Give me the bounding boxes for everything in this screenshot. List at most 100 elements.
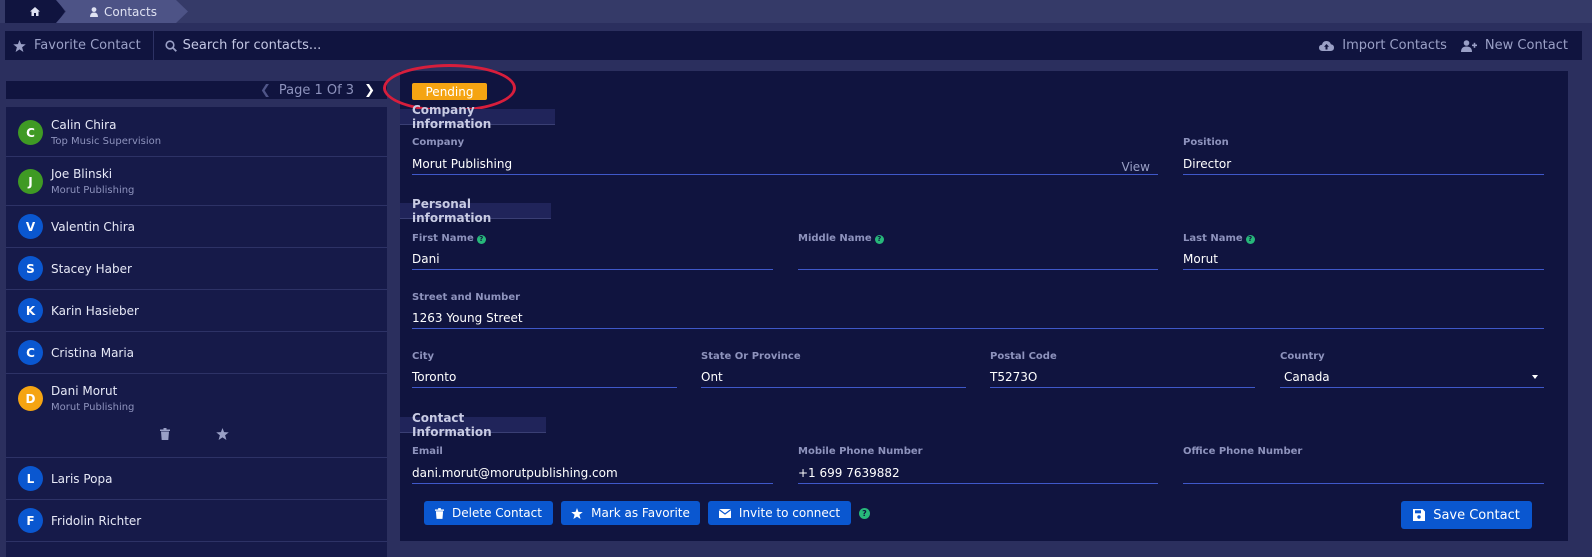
position-label: Position: [1183, 137, 1229, 148]
office-phone-field[interactable]: [1183, 462, 1544, 484]
favorite-contact-filter[interactable]: Favorite Contact: [5, 31, 154, 60]
country-label: Country: [1280, 351, 1325, 362]
chevron-left-icon[interactable]: ❮: [260, 83, 271, 98]
position-value: Director: [1183, 156, 1232, 171]
home-icon: [30, 7, 40, 16]
email-value: dani.morut@morutpublishing.com: [412, 465, 618, 480]
avatar: F: [18, 508, 43, 533]
envelope-icon: [718, 508, 731, 518]
contact-item-joe-blinski[interactable]: J Joe Blinski Morut Publishing: [6, 157, 387, 206]
contact-item-karin-hasieber[interactable]: K Karin Hasieber: [6, 290, 387, 332]
star-icon: [571, 507, 583, 519]
country-select[interactable]: Canada: [1280, 366, 1544, 388]
contact-item-laris-popa[interactable]: L Laris Popa: [6, 458, 387, 500]
mark-favorite-button[interactable]: Mark as Favorite: [561, 501, 700, 525]
email-label: Email: [412, 446, 443, 457]
search-input[interactable]: [182, 38, 783, 53]
postal-code-value: T5273O: [990, 369, 1038, 384]
first-name-label: First Name?: [412, 233, 486, 244]
search-box: [154, 31, 1320, 60]
mark-favorite-label: Mark as Favorite: [591, 506, 690, 520]
star-icon[interactable]: [216, 428, 229, 440]
contact-item-fridolin-richter[interactable]: F Fridolin Richter: [6, 500, 387, 542]
trash-icon: [435, 507, 445, 519]
save-contact-button[interactable]: Save Contact: [1401, 501, 1532, 529]
contact-name: Calin Chira: [51, 118, 117, 132]
contact-company: Morut Publishing: [51, 185, 135, 196]
mobile-phone-field[interactable]: +1 699 7639882: [798, 462, 1158, 484]
middle-name-field[interactable]: [798, 248, 1158, 270]
help-icon[interactable]: ?: [874, 235, 884, 244]
breadcrumb-contacts-label: Contacts: [104, 4, 157, 19]
new-contact-button[interactable]: New Contact: [1460, 38, 1568, 53]
city-label: City: [412, 351, 435, 362]
office-phone-label: Office Phone Number: [1183, 446, 1303, 457]
chevron-right-icon[interactable]: ❯: [364, 83, 375, 98]
company-label: Company: [412, 137, 465, 148]
caret-down-icon: [1532, 375, 1538, 379]
save-contact-label: Save Contact: [1433, 507, 1520, 523]
section-personal-information: Personal information: [400, 197, 551, 225]
position-field[interactable]: Director: [1183, 153, 1544, 175]
state-label: State Or Province: [701, 351, 801, 362]
section-contact-information: Contact Information: [400, 411, 546, 439]
city-value: Toronto: [412, 369, 457, 384]
trash-icon[interactable]: [160, 428, 170, 440]
view-company-link[interactable]: View: [1122, 160, 1150, 174]
contact-name: Stacey Haber: [51, 261, 132, 276]
avatar: K: [18, 298, 43, 323]
contact-list: C Calin Chira Top Music Supervision J Joe…: [6, 107, 387, 557]
last-name-label: Last Name?: [1183, 233, 1255, 244]
contact-item-valentin-chira[interactable]: V Valentin Chira: [6, 206, 387, 248]
company-field[interactable]: Morut Publishing View: [412, 153, 1158, 175]
last-name-value: Morut: [1183, 251, 1218, 266]
street-label: Street and Number: [412, 292, 521, 303]
mobile-phone-value: +1 699 7639882: [798, 465, 900, 480]
contact-name: Laris Popa: [51, 471, 113, 486]
first-name-field[interactable]: Dani: [412, 248, 773, 270]
avatar: C: [18, 340, 43, 365]
cloud-upload-icon: [1319, 40, 1335, 51]
contact-company: Morut Publishing: [51, 402, 135, 413]
import-contacts-button[interactable]: Import Contacts: [1319, 38, 1447, 53]
breadcrumb-contacts[interactable]: Contacts: [56, 0, 188, 23]
email-field[interactable]: dani.morut@morutpublishing.com: [412, 462, 773, 484]
invite-connect-button[interactable]: Invite to connect: [708, 501, 851, 525]
first-name-value: Dani: [412, 251, 440, 266]
avatar: S: [18, 256, 43, 281]
street-value: 1263 Young Street: [412, 310, 523, 325]
page-indicator: Page 1 Of 3: [278, 82, 355, 98]
contact-item-stacey-haber[interactable]: S Stacey Haber: [6, 248, 387, 290]
mobile-phone-label: Mobile Phone Number: [798, 446, 923, 457]
contact-name: Joe Blinski: [51, 167, 113, 181]
avatar: J: [18, 169, 43, 194]
street-field[interactable]: 1263 Young Street: [412, 307, 1544, 329]
delete-contact-button[interactable]: Delete Contact: [424, 501, 553, 525]
contact-item-actions: [160, 428, 229, 440]
contact-name: Karin Hasieber: [51, 303, 139, 318]
avatar: C: [18, 120, 43, 145]
city-field[interactable]: Toronto: [412, 366, 677, 388]
contact-name: Cristina Maria: [51, 345, 135, 360]
postal-code-label: Postal Code: [990, 351, 1057, 362]
contact-name: Fridolin Richter: [51, 513, 142, 528]
last-name-field[interactable]: Morut: [1183, 248, 1544, 270]
search-icon: [165, 39, 177, 52]
contact-item-cristina-maria[interactable]: C Cristina Maria: [6, 332, 387, 374]
contact-item-dani-morut[interactable]: D Dani Morut Morut Publishing: [6, 374, 387, 458]
country-value: Canada: [1284, 369, 1330, 384]
state-value: Ont: [701, 369, 723, 384]
help-icon[interactable]: ?: [859, 508, 870, 519]
toolbar: Favorite Contact Import Contacts New Con…: [5, 31, 1582, 60]
state-field[interactable]: Ont: [701, 366, 966, 388]
postal-code-field[interactable]: T5273O: [990, 366, 1255, 388]
avatar: V: [18, 214, 43, 239]
new-contact-label: New Contact: [1484, 38, 1568, 53]
avatar: L: [18, 466, 43, 491]
contact-item-calin-chira[interactable]: C Calin Chira Top Music Supervision: [6, 107, 387, 157]
help-icon[interactable]: ?: [1245, 235, 1255, 244]
help-icon[interactable]: ?: [476, 235, 486, 244]
invite-connect-label: Invite to connect: [738, 506, 841, 520]
section-company-information: Company information: [400, 103, 555, 131]
breadcrumb-home[interactable]: [5, 0, 65, 23]
